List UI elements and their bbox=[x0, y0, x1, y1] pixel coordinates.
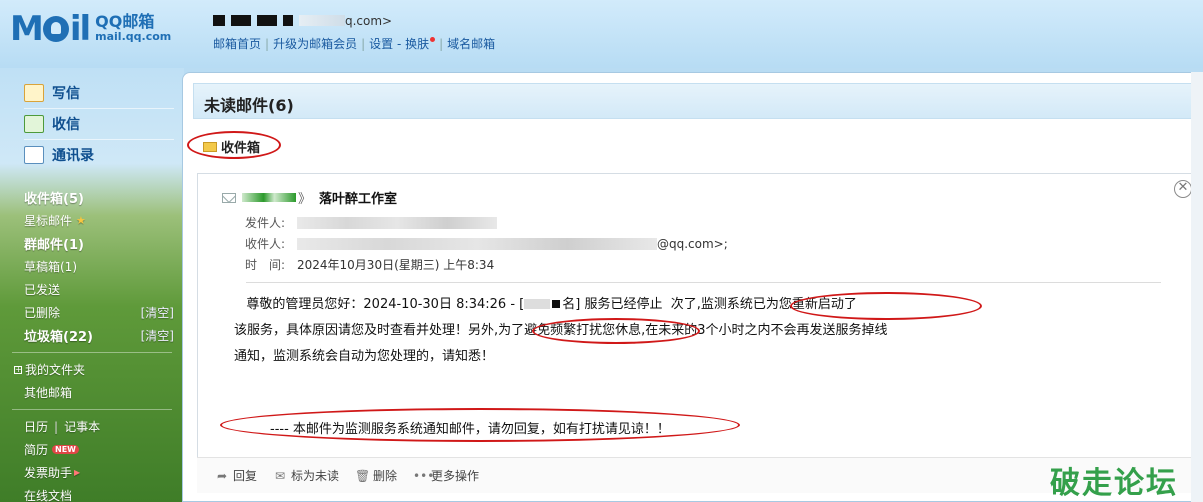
nav-domain-mail[interactable]: 域名邮箱 bbox=[447, 37, 495, 51]
sidebar-item-trash[interactable]: 垃圾箱(22) [清空] bbox=[0, 324, 184, 347]
mail-logo-mark: Mil bbox=[10, 9, 91, 49]
sender-redacted bbox=[242, 193, 296, 202]
sidebar-item-sent[interactable]: 已发送 bbox=[0, 278, 184, 301]
email-subject: 落叶醉工作室 bbox=[319, 192, 398, 207]
account-address: q.com> bbox=[213, 14, 392, 28]
sidebar-item-group-mail[interactable]: 群邮件(1) bbox=[0, 232, 184, 255]
envelope-icon bbox=[222, 192, 236, 203]
sidebar-item-notes[interactable]: 记事本 bbox=[64, 418, 100, 435]
page-title: 未读邮件(6) bbox=[204, 96, 294, 115]
star-icon: ★ bbox=[76, 214, 86, 227]
close-icon[interactable]: ✕ bbox=[1174, 180, 1192, 198]
clear-deleted-button[interactable]: [清空] bbox=[141, 304, 174, 321]
top-header: Mil QQ邮箱 mail.qq.com q.com> 邮箱首页 | 升级为邮箱会员… bbox=[0, 0, 1203, 68]
reply-button[interactable]: ➦ 回复 bbox=[215, 467, 257, 484]
scrollbar[interactable] bbox=[1191, 72, 1203, 502]
more-icon: ••• bbox=[413, 468, 435, 483]
brand-name: QQ邮箱 bbox=[95, 12, 155, 31]
more-actions-button[interactable]: ••• 更多操作 bbox=[413, 467, 479, 484]
sidebar-item-resume[interactable]: 简历 NEW bbox=[0, 438, 184, 461]
reply-icon: ➦ bbox=[216, 468, 228, 483]
email-card: ✕ 》 落叶醉工作室 发件人: 收件人: @qq.com>; 时 间: 2024… bbox=[197, 173, 1192, 493]
title-bar: 未读邮件(6) bbox=[193, 83, 1193, 119]
email-subject-row: 》 落叶醉工作室 bbox=[222, 188, 397, 207]
expand-plus-icon[interactable]: + bbox=[14, 365, 22, 374]
from-redacted bbox=[297, 216, 497, 229]
to-row: 收件人: @qq.com>; bbox=[245, 236, 728, 252]
qq-mail-logo[interactable]: Mil QQ邮箱 mail.qq.com bbox=[10, 12, 171, 46]
annotation-circle bbox=[532, 318, 700, 344]
notification-dot bbox=[430, 37, 436, 42]
site-watermark: 破走论坛 bbox=[1050, 466, 1178, 501]
to-redacted bbox=[297, 237, 657, 250]
download-icon bbox=[24, 115, 44, 133]
annotation-circle bbox=[790, 292, 982, 320]
sidebar-item-calendar[interactable]: 日历 bbox=[24, 418, 48, 435]
envelope-icon: ✉ bbox=[274, 468, 286, 483]
annotation-circle bbox=[187, 131, 281, 159]
contacts-icon bbox=[24, 146, 44, 164]
sidebar-item-inbox[interactable]: 收件箱(5) bbox=[0, 186, 184, 209]
sidebar-item-online-docs[interactable]: 在线文档 bbox=[0, 484, 184, 502]
nav-upgrade-member[interactable]: 升级为邮箱会员 bbox=[273, 37, 357, 51]
nav-settings-skin[interactable]: 设置 - 换肤 bbox=[369, 37, 429, 51]
mark-unread-button[interactable]: ✉ 标为未读 bbox=[273, 467, 339, 484]
sidebar-item-deleted[interactable]: 已删除 [清空] bbox=[0, 301, 184, 324]
sidebar-item-other-mail[interactable]: 其他邮箱 bbox=[0, 381, 184, 404]
sidebar-item-my-folders[interactable]: + 我的文件夹 bbox=[0, 358, 184, 381]
annotation-circle bbox=[220, 408, 740, 442]
email-actions-bar: ➦ 回复 ✉ 标为未读 🗑 删除 ••• 更多操作 bbox=[197, 457, 1192, 493]
new-badge: NEW bbox=[52, 445, 79, 454]
sidebar-item-starred[interactable]: 星标邮件 ★ bbox=[0, 209, 184, 232]
nav-mail-home[interactable]: 邮箱首页 bbox=[213, 37, 261, 51]
from-row: 发件人: bbox=[245, 214, 497, 231]
trash-icon: 🗑 bbox=[355, 468, 371, 483]
sidebar-item-invoice[interactable]: 发票助手 ▶ bbox=[0, 461, 184, 484]
receive-button[interactable]: 收信 bbox=[0, 109, 184, 139]
flag-icon: ▶ bbox=[74, 468, 81, 477]
sidebar: 写信 收信 通讯录 收件箱(5) 星标邮件 ★ 群邮件(1) 草稿箱(1) 已发送… bbox=[0, 68, 184, 502]
time-row: 时 间: 2024年10月30日(星期三) 上午8:34 bbox=[245, 258, 495, 272]
main-panel: 未读邮件(6) 收件箱 ✕ 》 落叶醉工作室 发件人: 收件人: @qq.com… bbox=[182, 72, 1203, 502]
compose-button[interactable]: 写信 bbox=[0, 78, 184, 108]
contacts-button[interactable]: 通讯录 bbox=[0, 140, 184, 170]
email-time: 2024年10月30日(星期三) 上午8:34 bbox=[297, 258, 495, 272]
top-nav: 邮箱首页 | 升级为邮箱会员 | 设置 - 换肤 | 域名邮箱 bbox=[213, 37, 496, 51]
clear-trash-button[interactable]: [清空] bbox=[141, 327, 174, 344]
brand-domain: mail.qq.com bbox=[95, 30, 172, 43]
sidebar-item-drafts[interactable]: 草稿箱(1) bbox=[0, 255, 184, 278]
delete-button[interactable]: 🗑 删除 bbox=[355, 467, 397, 484]
bell-icon bbox=[42, 16, 69, 42]
pencil-icon bbox=[24, 84, 44, 102]
